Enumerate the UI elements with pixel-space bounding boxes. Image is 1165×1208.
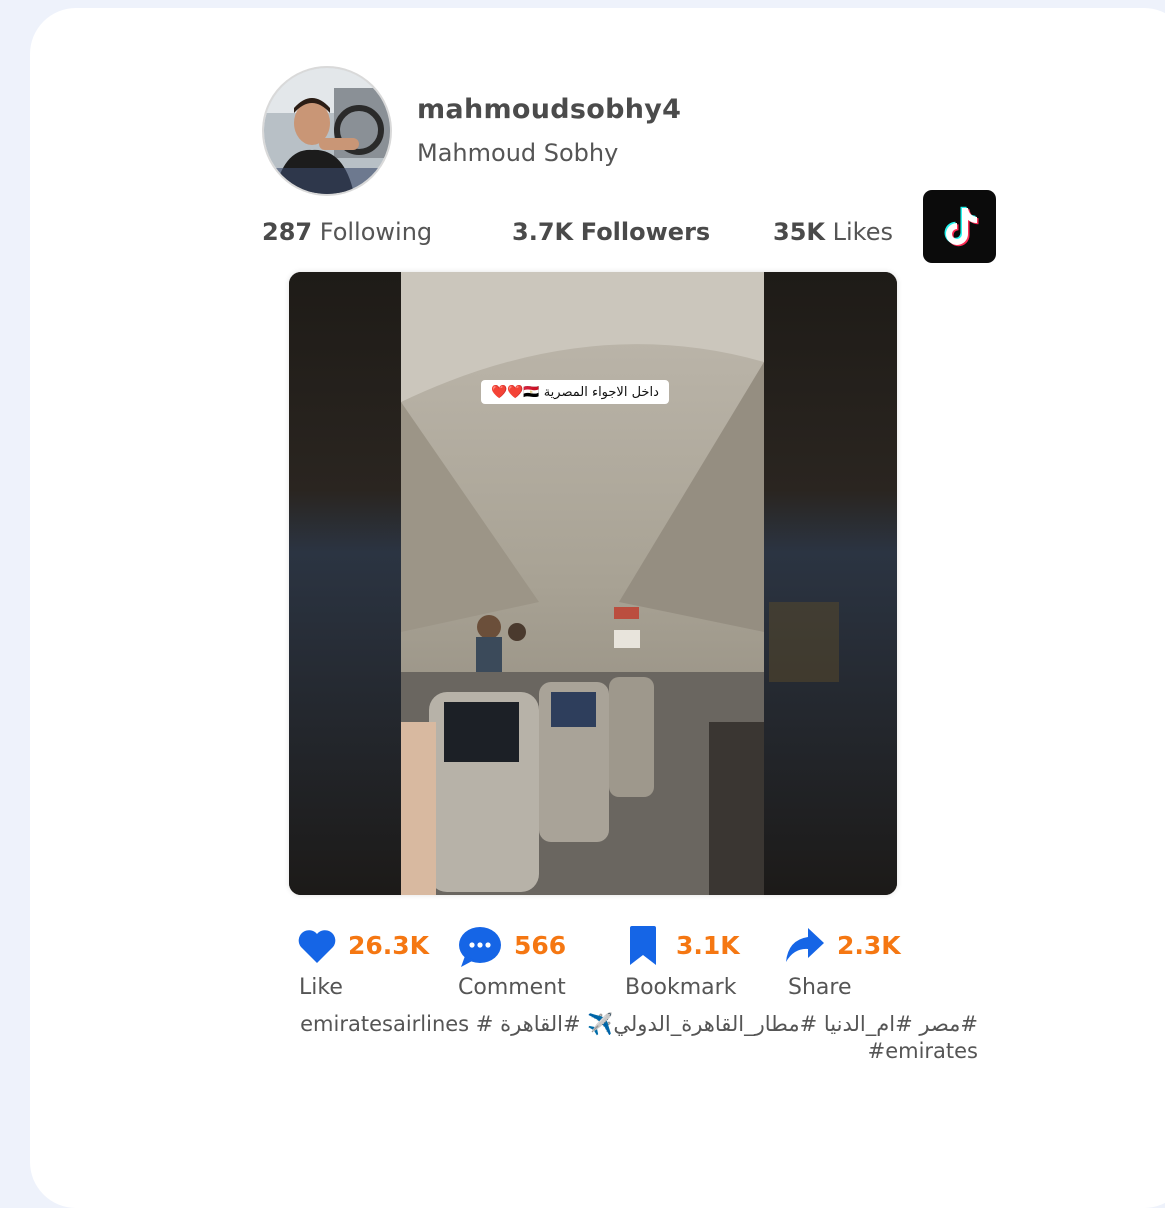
bookmark-icon[interactable] — [628, 926, 658, 966]
avatar[interactable] — [262, 66, 392, 196]
following-count: 287 — [262, 218, 313, 246]
likes-label: Likes — [832, 218, 893, 246]
share-count: 2.3K — [837, 931, 901, 960]
video-thumbnail[interactable]: داخل الاجواء المصرية 🇪🇬❤️❤️ — [289, 272, 897, 895]
bookmark-label: Bookmark — [625, 975, 737, 1000]
followers-count: 3.7K — [512, 218, 574, 246]
speech-bubble-icon[interactable] — [457, 926, 502, 968]
following-label: Following — [319, 218, 433, 246]
share-arrow-icon[interactable] — [786, 928, 824, 962]
following-stat[interactable]: 287 Following — [262, 218, 432, 246]
followers-stat[interactable]: 3.7K Followers — [512, 218, 710, 246]
like-label: Like — [299, 975, 343, 1000]
bookmark-count: 3.1K — [676, 931, 740, 960]
post-description: #مصر #ام_الدنيا #مطار_القاهرة_الدولي✈️ #… — [300, 1012, 978, 1063]
tiktok-logo-icon[interactable] — [923, 190, 996, 263]
video-caption-overlay: داخل الاجواء المصرية 🇪🇬❤️❤️ — [481, 380, 669, 404]
likes-stat: 35K Likes — [773, 218, 893, 246]
username[interactable]: mahmoudsobhy4 — [417, 94, 681, 125]
followers-label: Followers — [580, 218, 711, 246]
like-count: 26.3K — [348, 931, 430, 960]
comment-label: Comment — [458, 975, 566, 1000]
heart-icon[interactable] — [297, 928, 337, 964]
share-label: Share — [788, 975, 852, 1000]
comment-count: 566 — [514, 931, 567, 960]
display-name: Mahmoud Sobhy — [417, 139, 619, 167]
likes-count: 35K — [773, 218, 825, 246]
